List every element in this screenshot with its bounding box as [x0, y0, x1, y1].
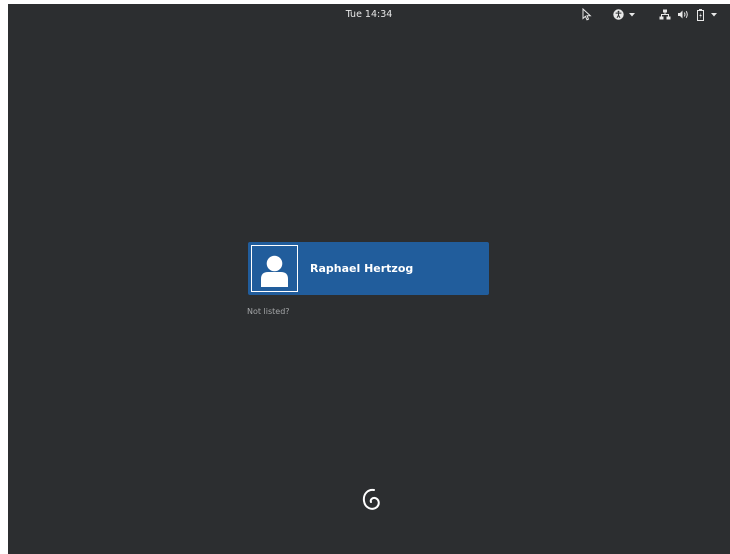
accessibility-menu[interactable] — [611, 4, 637, 25]
accessibility-icon — [613, 9, 624, 20]
chevron-down-icon — [629, 12, 635, 17]
network-wired-icon — [659, 9, 671, 20]
user-list-item[interactable]: Raphael Hertzog — [248, 242, 489, 295]
avatar — [251, 245, 298, 292]
cursor-icon — [580, 4, 594, 25]
debian-swirl-icon — [358, 485, 386, 515]
not-listed-link[interactable]: Not listed? — [247, 307, 290, 316]
system-menu[interactable] — [659, 4, 729, 25]
login-screen: Tue 14:34 Raphael Hertzog Not listed? — [8, 4, 730, 554]
battery-icon — [697, 8, 704, 21]
top-bar: Tue 14:34 — [8, 4, 730, 25]
chevron-down-icon — [711, 12, 717, 17]
user-name: Raphael Hertzog — [310, 262, 414, 275]
user-avatar-icon — [252, 246, 297, 291]
volume-icon — [678, 10, 689, 19]
